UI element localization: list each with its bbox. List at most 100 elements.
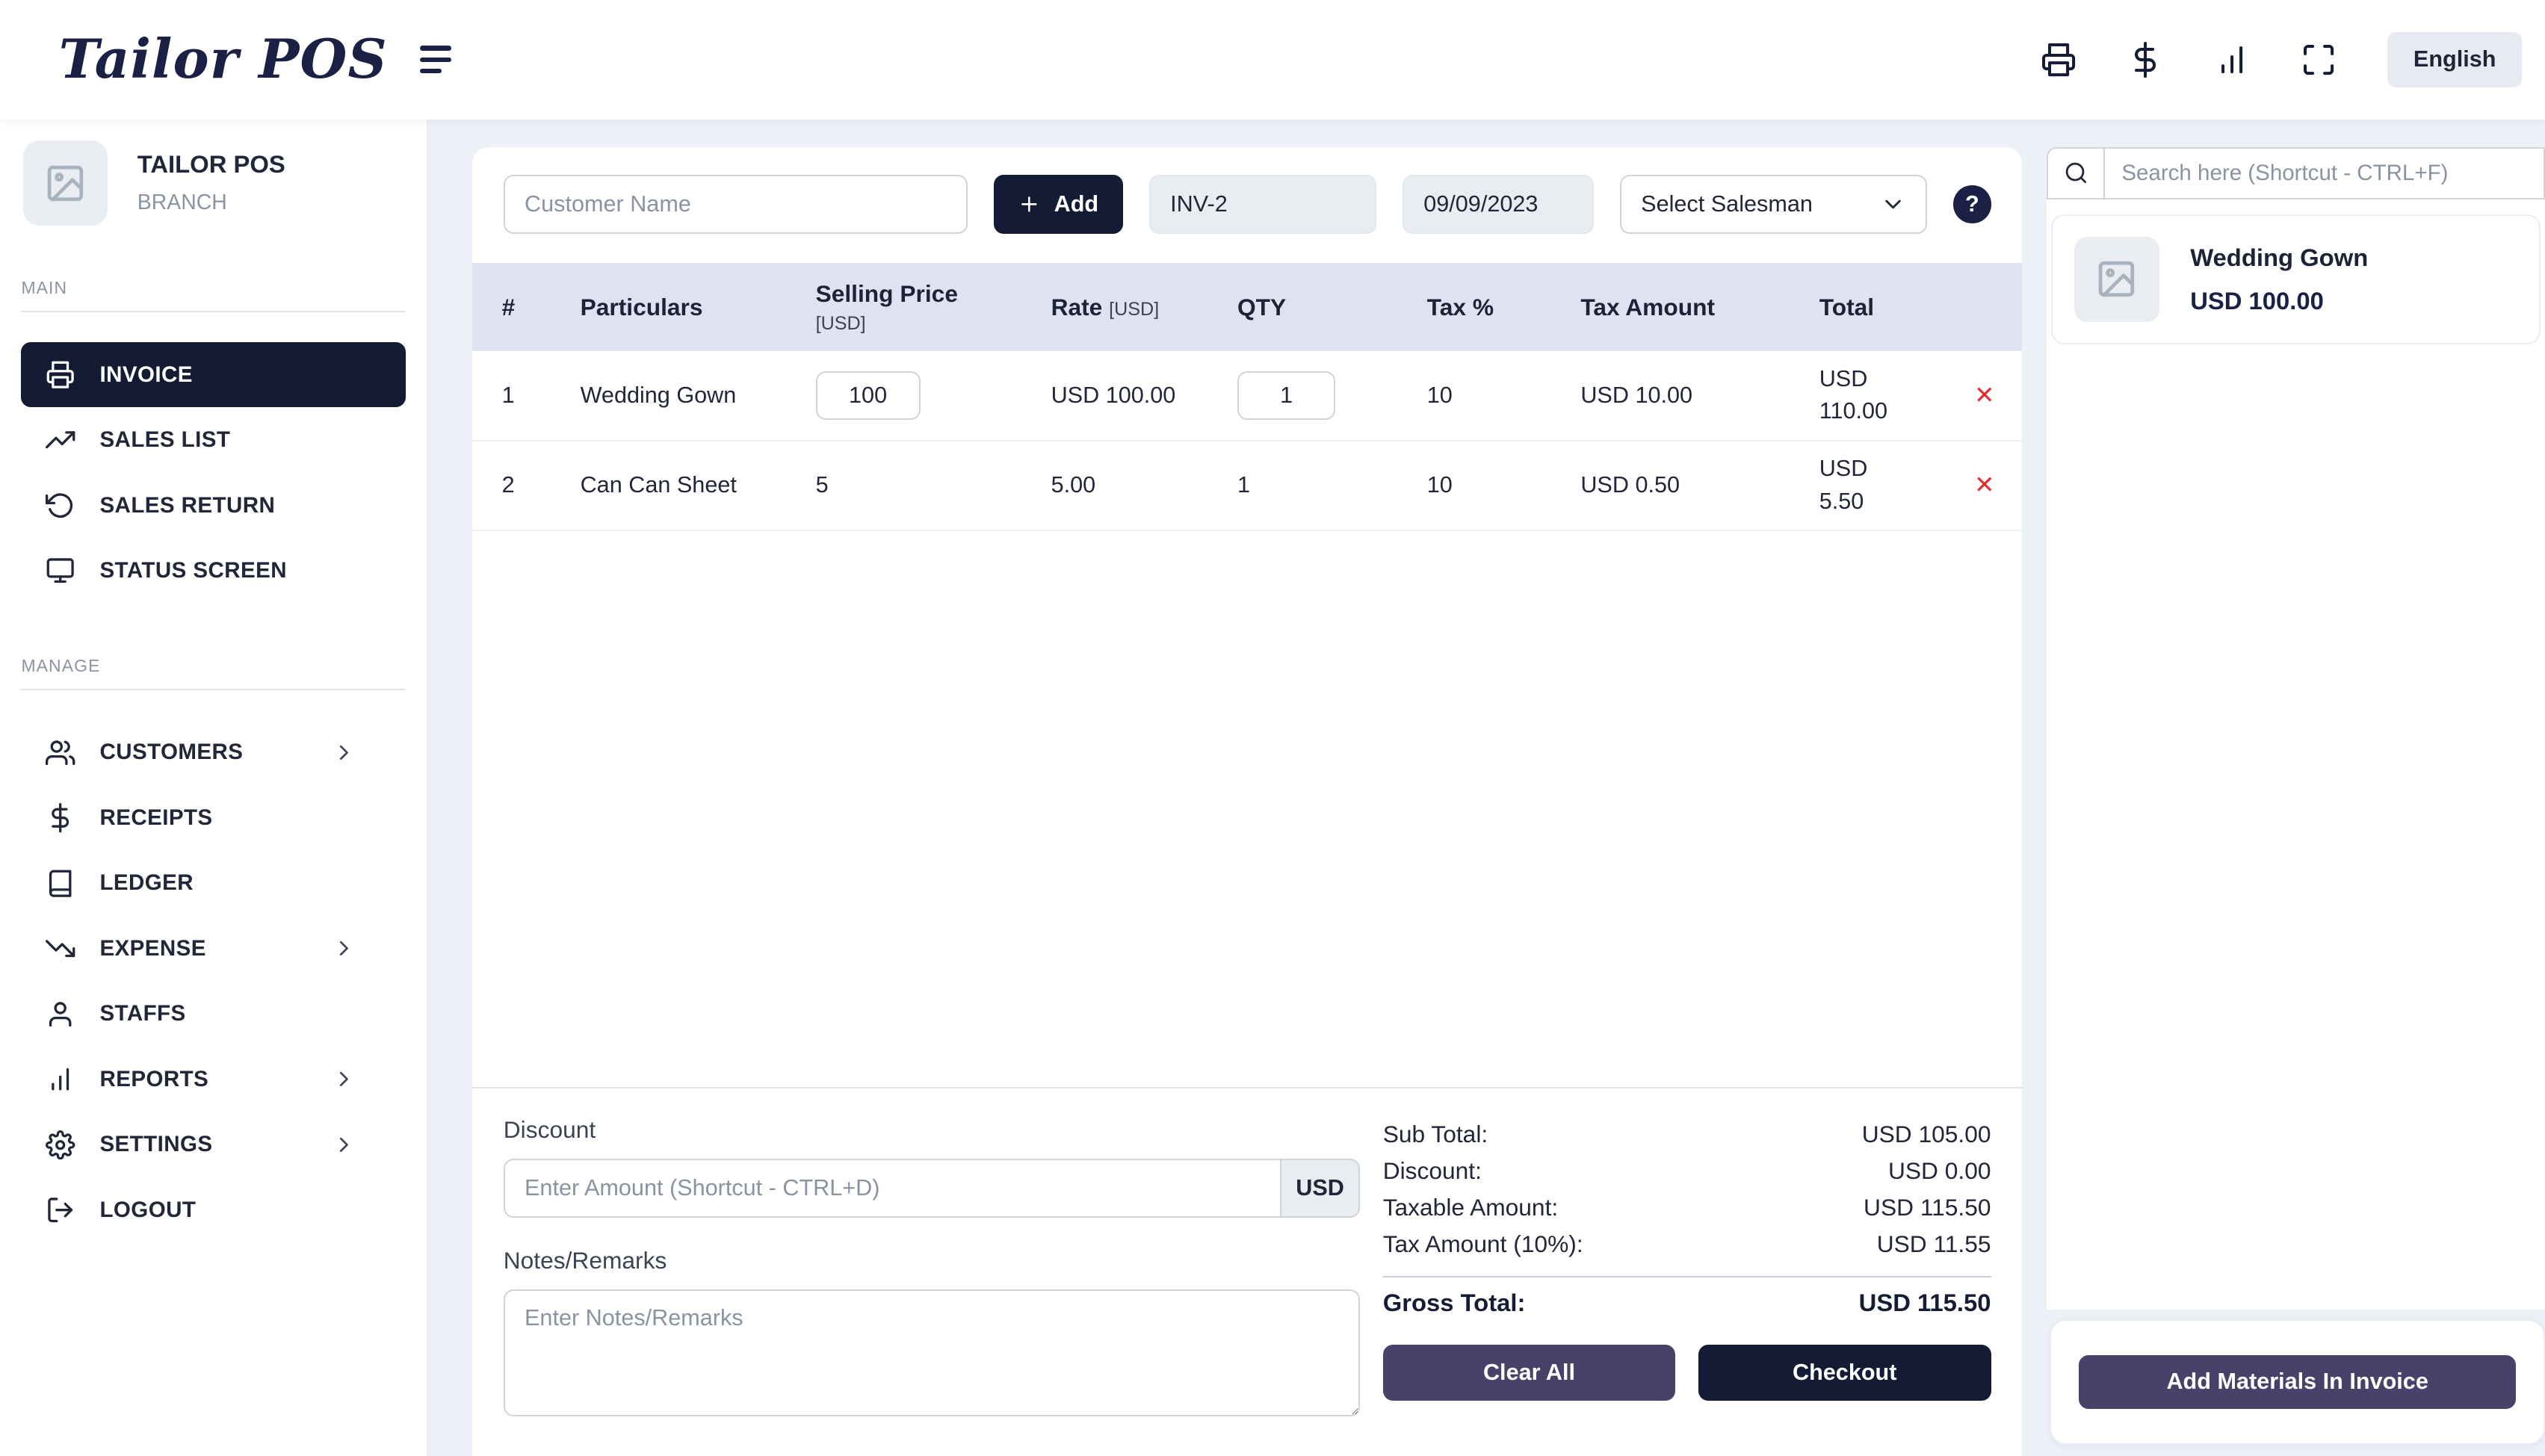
- row-total: USD 110.00: [1819, 363, 1911, 429]
- selling-price-input[interactable]: [816, 371, 921, 421]
- delete-row-button[interactable]: ✕: [1974, 383, 1994, 408]
- add-materials-button[interactable]: Add Materials In Invoice: [2079, 1355, 2515, 1409]
- sidebar-item-label: CUSTOMERS: [99, 740, 243, 765]
- qty-input[interactable]: [1237, 371, 1335, 421]
- chevron-down-icon: [1880, 191, 1906, 217]
- profile-name: TAILOR POS: [137, 150, 285, 179]
- logout-icon: [46, 1195, 75, 1224]
- sidebar-item-settings[interactable]: SETTINGS: [21, 1112, 405, 1178]
- sidebar-item-label: SALES LIST: [99, 427, 230, 453]
- product-search-group: [2047, 147, 2545, 199]
- sidebar-item-label: INVOICE: [99, 362, 192, 388]
- menu-toggle-icon[interactable]: [414, 40, 458, 81]
- sidebar-item-label: RECEIPTS: [99, 805, 212, 831]
- sidebar-item-expense[interactable]: EXPENSE: [21, 916, 405, 982]
- row-tax-percent: 10: [1427, 382, 1581, 409]
- rotate-ccw-icon: [46, 491, 75, 520]
- summary-row: Sub Total:USD 105.00: [1383, 1116, 1991, 1153]
- sidebar-item-label: REPORTS: [99, 1067, 208, 1092]
- sidebar-item-ledger[interactable]: LEDGER: [21, 851, 405, 917]
- totals-divider: [1383, 1276, 1991, 1277]
- product-search-input[interactable]: [2103, 147, 2545, 199]
- chevron-right-icon: [332, 1133, 356, 1157]
- col-header-rate: Rate [USD]: [1051, 294, 1237, 321]
- sidebar-item-customers[interactable]: CUSTOMERS: [21, 720, 405, 786]
- row-particulars: Can Can Sheet: [581, 472, 816, 498]
- dollar-icon: [46, 803, 75, 832]
- discount-input-group: USD: [504, 1159, 1360, 1218]
- bar-chart-icon: [46, 1065, 75, 1094]
- add-materials-card: Add Materials In Invoice: [2050, 1319, 2545, 1445]
- summary-row: Taxable Amount:USD 115.50: [1383, 1189, 1991, 1226]
- search-icon: [2064, 161, 2088, 185]
- items-table-header: # Particulars Selling Price[USD] Rate [U…: [472, 263, 2022, 351]
- profile-branch: BRANCH: [137, 190, 285, 215]
- sidebar-item-receipts[interactable]: RECEIPTS: [21, 785, 405, 851]
- dollar-icon[interactable]: [2127, 42, 2163, 78]
- help-button[interactable]: ?: [1953, 185, 1991, 223]
- summary-label: Tax Amount (10%):: [1383, 1226, 1583, 1263]
- add-item-button[interactable]: Add: [994, 175, 1123, 234]
- salesman-select-value: Select Salesman: [1641, 191, 1813, 217]
- book-icon: [46, 869, 75, 898]
- sidebar-item-staffs[interactable]: STAFFS: [21, 982, 405, 1047]
- summary-value: USD 0.00: [1888, 1153, 1991, 1189]
- sidebar-item-sales-list[interactable]: SALES LIST: [21, 407, 405, 473]
- invoice-item-row: 1 Wedding Gown USD 100.00 10 USD 10.00 U…: [472, 351, 2022, 441]
- summary-row: Tax Amount (10%):USD 11.55: [1383, 1226, 1991, 1263]
- trending-down-icon: [46, 934, 75, 963]
- invoice-date-input[interactable]: [1403, 175, 1594, 234]
- row-number: 2: [502, 472, 581, 498]
- sidebar-item-logout[interactable]: LOGOUT: [21, 1177, 405, 1243]
- selling-price-value: 5: [816, 472, 829, 498]
- clear-all-button[interactable]: Clear All: [1383, 1345, 1676, 1400]
- items-table-body: 1 Wedding Gown USD 100.00 10 USD 10.00 U…: [472, 351, 2022, 531]
- col-header-total: Total: [1819, 294, 1967, 321]
- summary-value: USD 105.00: [1862, 1116, 1991, 1153]
- products-card: Wedding Gown USD 100.00: [2047, 147, 2545, 1310]
- row-number: 1: [502, 382, 581, 409]
- gross-total-value: USD 115.50: [1859, 1289, 1991, 1317]
- product-price: USD 100.00: [2190, 287, 2368, 315]
- sidebar-item-status-screen[interactable]: STATUS SCREEN: [21, 538, 405, 604]
- sidebar: TAILOR POS BRANCH MAIN INVOICE SALES LIST S…: [0, 120, 428, 1456]
- add-button-label: Add: [1054, 191, 1099, 217]
- invoice-card: Add Select Salesman ? # Particulars Sell…: [472, 147, 2022, 1456]
- app-root: Tailor POS English TAILOR POS BRANCH MAI…: [0, 0, 2545, 1456]
- language-button[interactable]: English: [2387, 32, 2523, 87]
- sidebar-section-label: MANAGE: [21, 656, 405, 691]
- sidebar-item-reports[interactable]: REPORTS: [21, 1047, 405, 1112]
- product-list: Wedding Gown USD 100.00: [2047, 199, 2545, 344]
- sidebar-item-invoice[interactable]: INVOICE: [21, 342, 405, 408]
- summary-label: Taxable Amount:: [1383, 1189, 1559, 1226]
- users-icon: [46, 738, 75, 767]
- invoice-number-input[interactable]: [1149, 175, 1376, 234]
- image-icon: [2095, 258, 2138, 300]
- chevron-right-icon: [332, 936, 356, 961]
- salesman-select[interactable]: Select Salesman: [1620, 175, 1927, 234]
- main-area: Add Select Salesman ? # Particulars Sell…: [428, 120, 2047, 1456]
- plus-icon: [1018, 193, 1041, 216]
- sidebar-item-sales-return[interactable]: SALES RETURN: [21, 473, 405, 539]
- col-header-qty: QTY: [1237, 294, 1427, 321]
- bar-chart-icon[interactable]: [2214, 42, 2250, 78]
- checkout-button[interactable]: Checkout: [1698, 1345, 1991, 1400]
- row-particulars: Wedding Gown: [581, 382, 816, 409]
- user-icon: [46, 1000, 75, 1029]
- sidebar-section-label: MAIN: [21, 278, 405, 313]
- delete-row-button[interactable]: ✕: [1974, 473, 1994, 498]
- product-name: Wedding Gown: [2190, 244, 2368, 272]
- top-bar: Tailor POS English: [0, 0, 2545, 120]
- col-header-tax: Tax %: [1427, 294, 1581, 321]
- discount-input[interactable]: [504, 1159, 1281, 1218]
- fullscreen-icon[interactable]: [2301, 42, 2337, 78]
- product-card[interactable]: Wedding Gown USD 100.00: [2051, 214, 2540, 345]
- notes-textarea[interactable]: [504, 1289, 1360, 1417]
- invoice-footer: Discount USD Notes/Remarks Sub Total:USD…: [472, 1087, 2022, 1456]
- brand-logo: Tailor POS: [59, 33, 388, 87]
- profile-block: TAILOR POS BRANCH: [0, 140, 427, 226]
- printer-icon[interactable]: [2041, 42, 2076, 78]
- search-icon: [2047, 147, 2104, 199]
- customer-name-input[interactable]: [504, 175, 968, 234]
- image-icon: [44, 162, 87, 205]
